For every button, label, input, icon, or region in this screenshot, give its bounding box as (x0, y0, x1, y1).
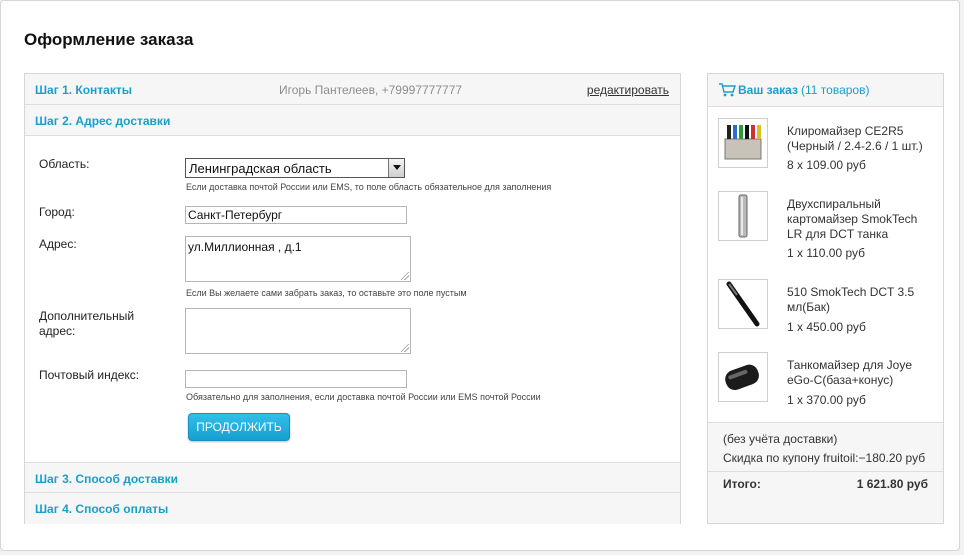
product-image[interactable] (718, 279, 768, 329)
step-3-header[interactable]: Шаг 3. Способ доставки (25, 462, 680, 493)
no-delivery-note: (без учёта доставки) (723, 432, 838, 446)
resize-grip-icon[interactable] (401, 344, 409, 352)
postcode-input[interactable] (185, 370, 407, 388)
edit-contacts-link[interactable]: редактировать (587, 83, 669, 97)
item-quantity-price: 1 x 450.00 руб (787, 320, 866, 334)
item-name-line: Танкомайзер для Joye (787, 358, 913, 372)
resize-grip-icon[interactable] (401, 272, 409, 280)
tank-icon (726, 281, 760, 327)
tankomizer-icon (725, 364, 759, 391)
item-name-line: картомайзер SmokTech (787, 212, 918, 226)
item-name-line: LR для DCT танка (787, 227, 889, 241)
item-name[interactable]: Клиромайзер CE2R5 (Черный / 2.4-2.6 / 1 … (787, 124, 937, 154)
cartomizer-icon (738, 194, 748, 238)
region-select[interactable]: Ленинградская область (185, 158, 405, 178)
continue-button[interactable]: ПРОДОЛЖИТЬ (188, 413, 290, 441)
product-image[interactable] (718, 191, 768, 241)
step-4-header[interactable]: Шаг 4. Способ оплаты (25, 493, 680, 524)
order-title[interactable]: Ваш заказ (738, 83, 798, 97)
item-name[interactable]: Двухспиральный картомайзер SmokTech LR д… (787, 197, 937, 242)
city-input[interactable]: Санкт-Петербург (185, 206, 407, 224)
extra-address-label: Дополнительный адрес: (39, 309, 134, 339)
item-name[interactable]: 510 SmokTech DCT 3.5 мл(Бак) (787, 285, 937, 315)
region-hint: Если доставка почтой России или EMS, то … (186, 182, 552, 192)
order-count: (11 товаров) (801, 83, 870, 97)
region-label: Область: (39, 157, 90, 171)
clearomizer-icon (724, 125, 762, 160)
product-image[interactable] (718, 352, 768, 402)
item-name-line: eGo-C(база+конус) (787, 373, 894, 387)
extra-address-textarea[interactable] (185, 308, 411, 354)
order-summary: Ваш заказ (11 товаров) Клиромайзер CE2R5… (707, 73, 944, 524)
postcode-hint: Обязательно для заполнения, если доставк… (186, 392, 541, 402)
order-header: Ваш заказ (11 товаров) (708, 74, 943, 107)
item-name-line: Клиромайзер CE2R5 (787, 124, 904, 138)
totals-divider (708, 471, 943, 472)
postcode-label: Почтовый индекс: (39, 368, 140, 382)
address-label: Адрес: (39, 237, 77, 251)
item-name-line: мл(Бак) (787, 300, 831, 314)
total-value: 1 621.80 руб (856, 477, 928, 491)
step-1-title[interactable]: Шаг 1. Контакты (35, 83, 132, 97)
chevron-down-icon[interactable] (388, 159, 404, 177)
step-4-title[interactable]: Шаг 4. Способ оплаты (35, 502, 168, 516)
address-textarea[interactable]: ул.Миллионная , д.1 (185, 236, 411, 282)
step-1-header[interactable]: Шаг 1. Контакты Игорь Пантелеев, +799977… (25, 74, 680, 105)
page-title: Оформление заказа (24, 30, 194, 49)
city-label: Город: (39, 205, 75, 219)
step-2-title[interactable]: Шаг 2. Адрес доставки (35, 114, 170, 128)
item-name-line: Двухспиральный (787, 197, 881, 211)
checkout-panel: Шаг 1. Контакты Игорь Пантелеев, +799977… (24, 73, 681, 524)
cart-icon (719, 83, 736, 97)
address-value: ул.Миллионная , д.1 (188, 240, 302, 254)
item-quantity-price: 1 x 370.00 руб (787, 393, 866, 407)
item-quantity-price: 8 x 109.00 руб (787, 158, 866, 172)
product-image[interactable] (718, 118, 768, 168)
address-hint: Если Вы желаете сами забрать заказ, то о… (186, 288, 467, 298)
item-name[interactable]: Танкомайзер для Joye eGo-C(база+конус) (787, 358, 937, 388)
region-select-value: Ленинградская область (189, 161, 332, 176)
step-2-header[interactable]: Шаг 2. Адрес доставки (25, 105, 680, 136)
item-name-line: 510 SmokTech DCT 3.5 (787, 285, 915, 299)
order-totals: (без учёта доставки) Скидка по купону fr… (708, 422, 943, 523)
extra-address-label-line1: Дополнительный (39, 309, 135, 323)
contact-summary: Игорь Пантелеев, +79997777777 (279, 83, 463, 97)
item-name-line: (Черный / 2.4-2.6 / 1 шт.) (787, 139, 923, 153)
extra-address-label-line2: адрес: (39, 324, 76, 338)
total-label: Итого: (723, 477, 761, 491)
step-3-title[interactable]: Шаг 3. Способ доставки (35, 472, 178, 486)
coupon-discount: Скидка по купону fruitoil:−180.20 руб (723, 451, 926, 465)
item-quantity-price: 1 x 110.00 руб (787, 246, 866, 260)
checkout-page: Оформление заказа Шаг 1. Контакты Игорь … (0, 0, 960, 551)
